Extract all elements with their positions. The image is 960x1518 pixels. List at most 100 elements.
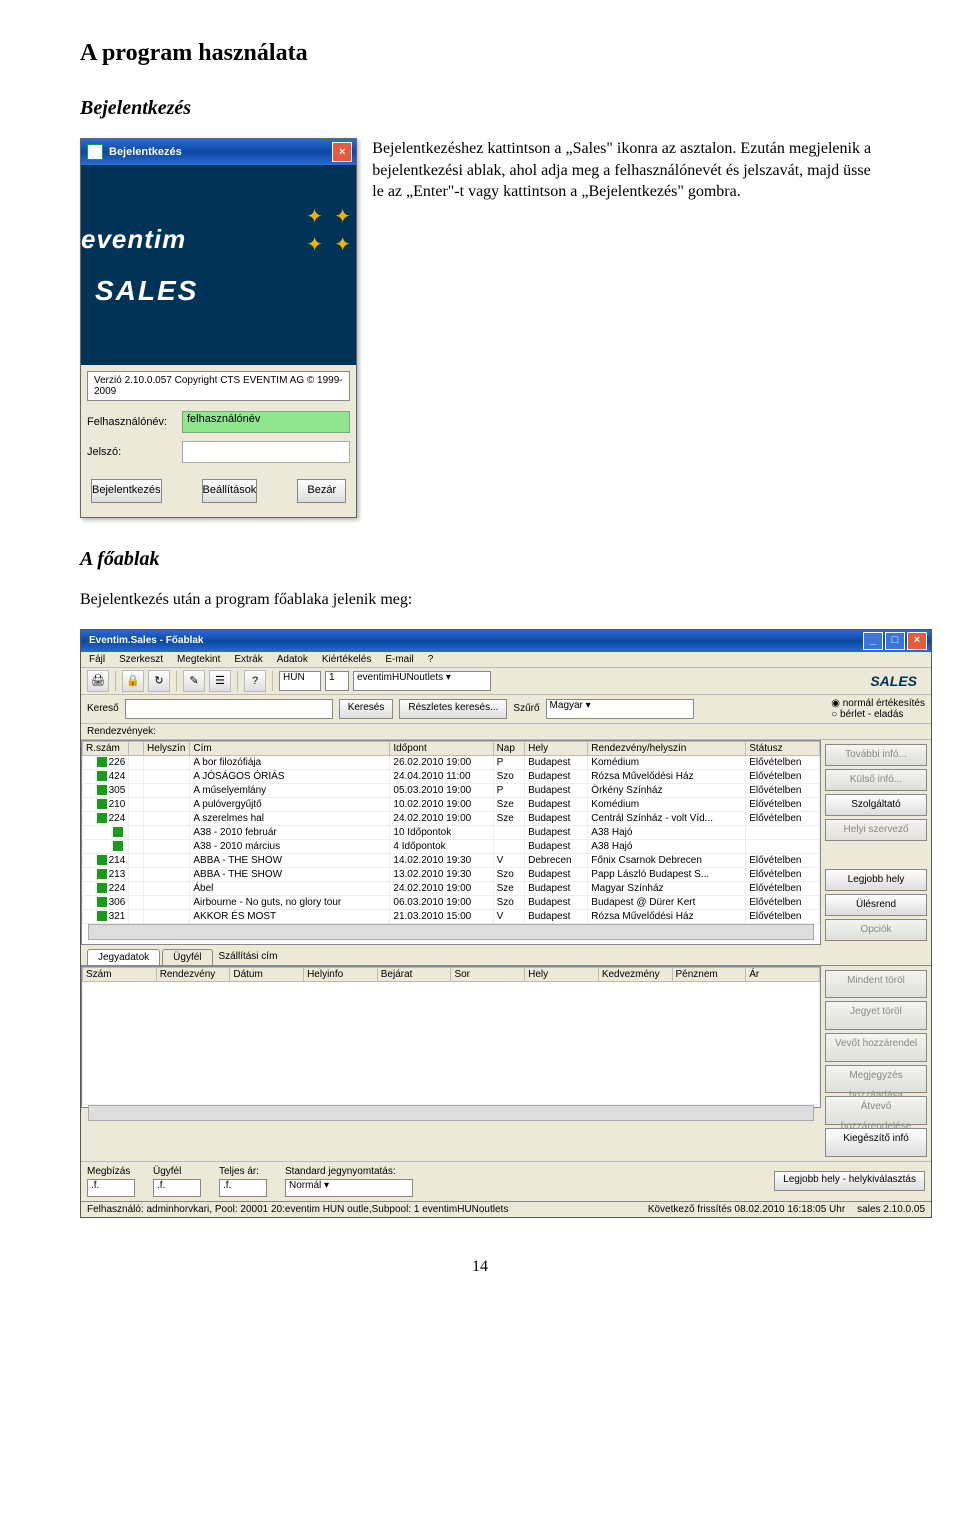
column-header[interactable]: Sor <box>451 967 525 981</box>
maximize-icon[interactable]: □ <box>885 632 905 650</box>
username-input[interactable]: felhasználónév <box>182 411 350 433</box>
status-next-refresh: Következő frissítés 08.02.2010 16:18:05 … <box>648 1204 845 1215</box>
table-row[interactable]: 224Ábel24.02.2010 19:00SzeBudapestMagyar… <box>83 881 820 895</box>
paragraph-mainwindow: Bejelentkezés után a program főablaka je… <box>80 589 880 611</box>
column-header[interactable]: Szám <box>83 967 157 981</box>
password-label: Jelszó: <box>87 446 182 458</box>
table-row[interactable]: 321AKKOR ÉS MOST21.03.2010 15:00VBudapes… <box>83 909 820 923</box>
column-header[interactable]: Cím <box>190 741 390 755</box>
column-header[interactable]: Pénznem <box>672 967 746 981</box>
events-grid[interactable]: R.szám HelyszínCímIdőpontNapHelyRendezvén… <box>81 740 821 945</box>
side-button[interactable]: Legjobb hely <box>825 869 927 891</box>
minimize-icon[interactable]: _ <box>863 632 883 650</box>
help-icon[interactable]: ? <box>244 670 266 692</box>
menu-item[interactable]: Adatok <box>277 654 308 665</box>
customer-value: .f. <box>153 1179 201 1197</box>
table-row[interactable]: 213ABBA - THE SHOW13.02.2010 19:30SzoBud… <box>83 867 820 881</box>
close-icon[interactable]: × <box>332 142 352 162</box>
table-row[interactable]: A38 - 2010 február10 IdőpontokBudapestA3… <box>83 825 820 839</box>
side-button: További infó... <box>825 744 927 766</box>
column-header[interactable]: Hely <box>525 967 599 981</box>
column-header[interactable]: Státusz <box>746 741 820 755</box>
column-header[interactable]: Ár <box>746 967 820 981</box>
column-header[interactable]: Hely <box>525 741 588 755</box>
search-bar: Kereső Keresés Részletes keresés... Szűr… <box>81 695 931 724</box>
cart-grid[interactable]: SzámRendezvényDátumHelyinfoBejáratSorHel… <box>81 966 821 1108</box>
column-header[interactable]: R.szám <box>83 741 129 755</box>
main-window-title: Eventim.Sales - Főablak <box>89 635 204 646</box>
column-header[interactable]: Kedvezmény <box>598 967 672 981</box>
version-label: Verzió 2.10.0.057 Copyright CTS EVENTIM … <box>87 371 350 401</box>
print-dropdown[interactable]: Normál ▾ <box>285 1179 413 1197</box>
column-header[interactable]: Rendezvény <box>156 967 230 981</box>
tool-icon[interactable]: ✎ <box>183 670 205 692</box>
tab-customer[interactable]: Ügyfél <box>162 949 212 965</box>
side-button[interactable]: Kiegészítő infó <box>825 1128 927 1157</box>
search-button[interactable]: Keresés <box>339 699 394 719</box>
login-window: Bejelentkezés × eventim ✦✦✦✦ SALES Verzi… <box>80 138 357 518</box>
menu-item[interactable]: ? <box>428 654 434 665</box>
radio-normal-sale[interactable]: ◉ normál értékesítés <box>831 698 925 709</box>
app-icon <box>87 144 103 160</box>
close-button[interactable]: Bezár <box>297 479 346 503</box>
settings-button[interactable]: Beállítások <box>202 479 258 503</box>
status-user: Felhasználó: adminhorvkari, Pool: 20001 … <box>87 1204 508 1215</box>
table-row[interactable]: 224A szerelmes hal24.02.2010 19:00SzeBud… <box>83 811 820 825</box>
menu-item[interactable]: Kiértékelés <box>322 654 371 665</box>
column-header[interactable]: Rendezvény/helyszín <box>588 741 746 755</box>
column-header[interactable]: Időpont <box>390 741 493 755</box>
order-label: Megbízás <box>87 1166 135 1177</box>
bestseat-button[interactable]: Legjobb hely - helykiválasztás <box>774 1171 925 1191</box>
side-button: Helyi szervező <box>825 819 927 841</box>
tab-ticketdata[interactable]: Jegyadatok <box>87 949 160 965</box>
menubar: Fájl Szerkeszt Megtekint Extrák Adatok Kiérté… <box>81 652 931 668</box>
close-icon[interactable]: × <box>907 632 927 650</box>
table-row[interactable]: 226A bor filozófiája26.02.2010 19:00PBud… <box>83 755 820 769</box>
horizontal-scrollbar[interactable] <box>88 1105 814 1121</box>
menu-item[interactable]: Szerkeszt <box>119 654 163 665</box>
radio-season-sale[interactable]: ○ bérlet - eladás <box>831 709 925 720</box>
toolbar: 🖨 🔒 ↻ ✎ ☰ ? HUN 1 eventimHUNoutlets ▾ SA… <box>81 668 931 695</box>
page-number: 14 <box>80 1258 880 1276</box>
table-row[interactable]: 214ABBA - THE SHOW14.02.2010 19:30VDebre… <box>83 853 820 867</box>
search-input[interactable] <box>125 699 333 719</box>
refresh-icon[interactable]: ↻ <box>148 670 170 692</box>
num-field[interactable]: 1 <box>325 671 349 691</box>
side-button: Külső infó... <box>825 769 927 791</box>
table-row[interactable]: 210A pulóvergyűjtő10.02.2010 19:00SzeBud… <box>83 797 820 811</box>
column-header[interactable]: Helyszín <box>144 741 190 755</box>
lock-icon[interactable]: 🔒 <box>122 670 144 692</box>
summary-row: Megbízás.f. Ügyfél.f. Teljes ár:.f. Stan… <box>81 1161 931 1201</box>
side-button: Vevőt hozzárendel <box>825 1033 927 1062</box>
table-row[interactable]: 424A JÓSÁGOS ÓRIÁS24.04.2010 11:00SzoBud… <box>83 769 820 783</box>
menu-item[interactable]: Extrák <box>234 654 262 665</box>
column-header[interactable] <box>129 741 144 755</box>
lang-field[interactable]: HUN <box>279 671 321 691</box>
side-button[interactable]: Ülésrend <box>825 894 927 916</box>
status-bar: Felhasználó: adminhorvkari, Pool: 20001 … <box>81 1201 931 1217</box>
table-row[interactable]: 305A műselyemlány05.03.2010 19:00PBudape… <box>83 783 820 797</box>
horizontal-scrollbar[interactable] <box>88 924 814 940</box>
table-row[interactable]: A38 - 2010 március4 IdőpontokBudapestA38… <box>83 839 820 853</box>
menu-item[interactable]: E-mail <box>385 654 413 665</box>
password-input[interactable] <box>182 441 350 463</box>
column-header[interactable]: Bejárat <box>377 967 451 981</box>
filter-dropdown[interactable]: Magyar ▾ <box>546 699 694 719</box>
detail-search-button[interactable]: Részletes keresés... <box>399 699 507 719</box>
menu-item[interactable]: Fájl <box>89 654 105 665</box>
side-button: Megjegyzés hozzáadása <box>825 1065 927 1094</box>
login-banner: eventim ✦✦✦✦ SALES <box>81 165 356 365</box>
side-button: Jegyet töröl <box>825 1001 927 1030</box>
print-label: Standard jegynyomtatás: <box>285 1166 413 1177</box>
outlet-dropdown[interactable]: eventimHUNoutlets ▾ <box>353 671 491 691</box>
column-header[interactable]: Nap <box>493 741 525 755</box>
column-header[interactable]: Helyinfo <box>304 967 378 981</box>
login-button[interactable]: Bejelentkezés <box>91 479 162 503</box>
table-row[interactable]: 306Airbourne - No guts, no glory tour06.… <box>83 895 820 909</box>
sales-logo: SALES <box>95 275 198 307</box>
side-button[interactable]: Szolgáltató <box>825 794 927 816</box>
menu-item[interactable]: Megtekint <box>177 654 220 665</box>
tool2-icon[interactable]: ☰ <box>209 670 231 692</box>
column-header[interactable]: Dátum <box>230 967 304 981</box>
printer-icon[interactable]: 🖨 <box>87 670 109 692</box>
